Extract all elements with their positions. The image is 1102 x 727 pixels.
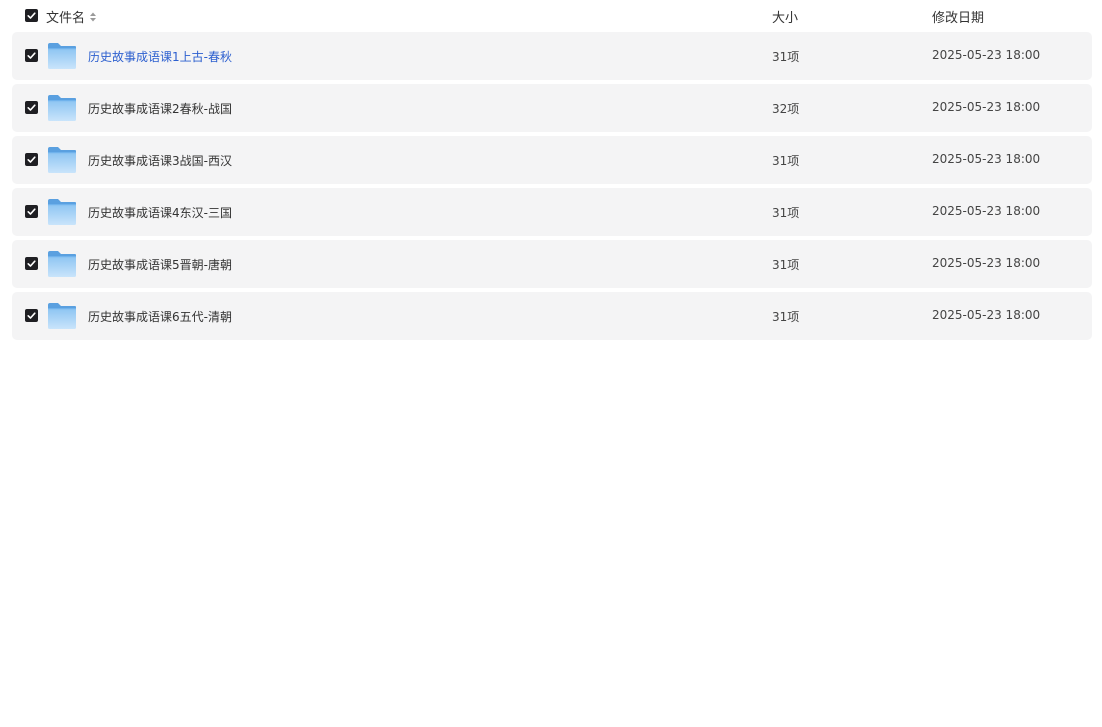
select-all-checkbox[interactable] <box>25 9 38 22</box>
folder-icon <box>47 146 77 174</box>
row-checkbox[interactable] <box>25 309 38 322</box>
modified-date: 2025-05-23 18:00 <box>932 256 1041 270</box>
modified-date: 2025-05-23 18:00 <box>932 204 1041 218</box>
sort-icon[interactable] <box>89 11 97 23</box>
file-size: 31项 <box>772 258 800 272</box>
modified-date: 2025-05-23 18:00 <box>932 152 1041 166</box>
file-size: 31项 <box>772 50 800 64</box>
size-column-header[interactable]: 大小 <box>772 7 798 26</box>
folder-icon <box>47 302 77 330</box>
file-size: 31项 <box>772 206 800 220</box>
file-size: 31项 <box>772 310 800 324</box>
row-checkbox[interactable] <box>25 101 38 114</box>
folder-icon <box>47 94 77 122</box>
name-column-label: 文件名 <box>46 11 86 26</box>
name-column-header[interactable]: 文件名 <box>46 7 97 26</box>
file-name-link[interactable]: 历史故事成语课3战国-西汉 <box>88 152 232 169</box>
file-row[interactable]: 历史故事成语课4东汉-三国 31项 2025-05-23 18:00 <box>12 188 1092 236</box>
file-row[interactable]: 历史故事成语课5晋朝-唐朝 31项 2025-05-23 18:00 <box>12 240 1092 288</box>
modified-date: 2025-05-23 18:00 <box>932 308 1041 322</box>
folder-icon <box>47 42 77 70</box>
check-icon <box>27 52 36 59</box>
file-name-link[interactable]: 历史故事成语课2春秋-战国 <box>88 100 232 117</box>
file-name-link[interactable]: 历史故事成语课4东汉-三国 <box>88 204 232 221</box>
file-name-link[interactable]: 历史故事成语课5晋朝-唐朝 <box>88 256 232 273</box>
row-checkbox[interactable] <box>25 205 38 218</box>
check-icon <box>27 208 36 215</box>
file-size: 31项 <box>772 154 800 168</box>
modified-date: 2025-05-23 18:00 <box>932 48 1041 62</box>
check-icon <box>27 12 36 19</box>
check-icon <box>27 312 36 319</box>
date-column-header[interactable]: 修改日期 <box>932 7 984 26</box>
check-icon <box>27 104 36 111</box>
file-row[interactable]: 历史故事成语课3战国-西汉 31项 2025-05-23 18:00 <box>12 136 1092 184</box>
check-icon <box>27 260 36 267</box>
folder-icon <box>47 250 77 278</box>
file-row[interactable]: 历史故事成语课6五代-清朝 31项 2025-05-23 18:00 <box>12 292 1092 340</box>
file-size: 32项 <box>772 102 800 116</box>
check-icon <box>27 156 36 163</box>
row-checkbox[interactable] <box>25 257 38 270</box>
modified-date: 2025-05-23 18:00 <box>932 100 1041 114</box>
file-row[interactable]: 历史故事成语课2春秋-战国 32项 2025-05-23 18:00 <box>12 84 1092 132</box>
file-row[interactable]: 历史故事成语课1上古-春秋 31项 2025-05-23 18:00 <box>12 32 1092 80</box>
file-list: 文件名 大小 修改日期 历史故事成语课1上古-春秋 31项 2025-05-23… <box>12 0 1092 344</box>
row-checkbox[interactable] <box>25 153 38 166</box>
file-name-link[interactable]: 历史故事成语课6五代-清朝 <box>88 308 232 325</box>
file-name-link[interactable]: 历史故事成语课1上古-春秋 <box>88 48 232 65</box>
folder-icon <box>47 198 77 226</box>
row-checkbox[interactable] <box>25 49 38 62</box>
list-header: 文件名 大小 修改日期 <box>12 0 1092 32</box>
